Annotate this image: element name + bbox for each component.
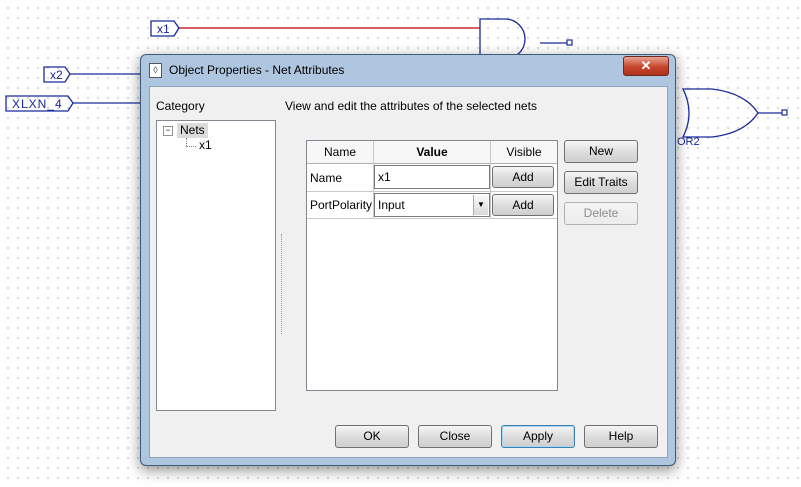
attr-name-cell: Name: [310, 171, 343, 185]
gate-label-or2: OR2: [677, 136, 700, 148]
chevron-down-icon[interactable]: ▼: [473, 195, 488, 215]
edit-traits-button[interactable]: Edit Traits: [564, 171, 638, 194]
close-button[interactable]: Close: [418, 425, 492, 448]
portpolarity-value: Input: [378, 198, 405, 212]
dialog-title: Object Properties - Net Attributes: [169, 63, 345, 77]
ok-button[interactable]: OK: [335, 425, 409, 448]
object-properties-dialog: ◊ Object Properties - Net Attributes ✕ C…: [140, 54, 676, 466]
document-icon: ◊: [149, 63, 162, 78]
category-tree[interactable]: − Nets x1: [156, 120, 276, 411]
add-portpolarity-visible-button[interactable]: Add: [492, 194, 554, 216]
or-gate-shape: [681, 88, 759, 138]
and-gate-shape: [479, 18, 526, 60]
header-visible[interactable]: Visible: [491, 141, 557, 163]
add-name-visible-button[interactable]: Add: [492, 166, 554, 188]
apply-button[interactable]: Apply: [501, 425, 575, 448]
tree-connector: [186, 146, 196, 147]
panel-splitter[interactable]: [281, 234, 284, 334]
help-button[interactable]: Help: [584, 425, 658, 448]
description-text: View and edit the attributes of the sele…: [285, 99, 537, 113]
header-name[interactable]: Name: [307, 141, 373, 163]
category-label: Category: [156, 99, 205, 113]
collapse-icon[interactable]: −: [163, 126, 173, 136]
name-value-input[interactable]: x1: [374, 165, 490, 189]
port-label-xlxn4: XLXN_4: [12, 97, 63, 111]
attributes-grid: Name Value Visible Name x1 Add PortPolar…: [306, 140, 558, 391]
close-icon: ✕: [640, 58, 652, 73]
close-window-button[interactable]: ✕: [623, 56, 669, 76]
tree-item-x1[interactable]: x1: [199, 138, 212, 153]
port-label-x2: x2: [50, 68, 63, 82]
tree-item-nets[interactable]: Nets: [177, 123, 208, 138]
tree-connector: [186, 138, 187, 146]
port-label-x1: x1: [157, 22, 170, 36]
header-value[interactable]: Value: [374, 141, 490, 163]
grid-header: Name Value Visible: [307, 141, 557, 164]
dialog-client-area: Category View and edit the attributes of…: [149, 86, 668, 458]
portpolarity-select[interactable]: Input ▼: [374, 193, 490, 217]
attr-portpolarity-cell: PortPolarity: [310, 198, 373, 212]
delete-button[interactable]: Delete: [564, 202, 638, 225]
new-button[interactable]: New: [564, 140, 638, 163]
dialog-titlebar[interactable]: ◊ Object Properties - Net Attributes ✕: [141, 55, 675, 85]
